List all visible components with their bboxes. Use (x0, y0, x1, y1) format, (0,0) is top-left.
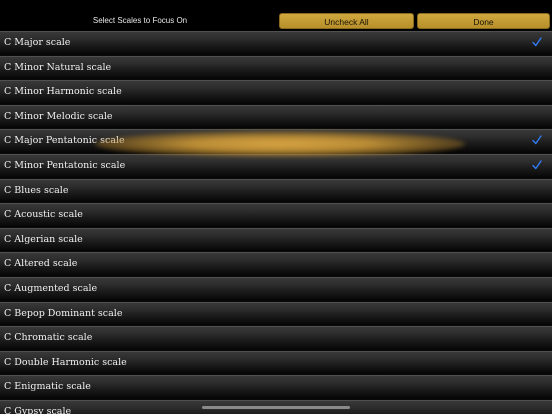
scale-label: C Double Harmonic scale (4, 356, 127, 368)
scale-label: C Minor Natural scale (4, 61, 112, 73)
scale-row[interactable]: C Minor Melodic scale (0, 104, 552, 130)
scale-label: C Major Pentatonic scale (4, 135, 125, 147)
checkmark-icon (532, 160, 542, 170)
scale-row[interactable]: C Major Pentatonic scale (0, 129, 552, 154)
scale-list[interactable]: C Major scale C Minor Natural scale C Mino… (0, 31, 552, 414)
scale-row[interactable]: C Minor Pentatonic scale (0, 153, 552, 179)
scale-row[interactable]: C Major scale (0, 31, 552, 56)
scale-label: C Altered scale (4, 258, 78, 270)
scale-row[interactable]: C Double Harmonic scale (0, 350, 552, 376)
scale-label: C Enigmatic scale (4, 381, 91, 393)
scale-row[interactable]: C Blues scale (0, 178, 552, 204)
scale-row[interactable]: C Bepop Dominant scale (0, 301, 552, 327)
scale-row[interactable]: C Minor Natural scale (0, 55, 552, 81)
scale-label: C Minor Harmonic scale (4, 86, 122, 98)
scale-row[interactable]: C Acoustic scale (0, 203, 552, 228)
scale-label: C Acoustic scale (4, 209, 83, 221)
header-bar: Select Scales to Focus On Uncheck All Do… (0, 0, 552, 31)
checkmark-icon (532, 37, 542, 47)
scale-row[interactable]: C Altered scale (0, 252, 552, 277)
scale-picker-screen: Select Scales to Focus On Uncheck All Do… (0, 0, 552, 414)
header-title: Select Scales to Focus On (92, 16, 188, 25)
home-indicator[interactable] (202, 406, 350, 409)
uncheck-all-button[interactable]: Uncheck All (279, 13, 414, 29)
scale-label: C Chromatic scale (4, 332, 93, 344)
scale-row[interactable]: C Enigmatic scale (0, 375, 552, 400)
scale-row[interactable]: C Chromatic scale (0, 326, 552, 351)
scale-label: C Gypsy scale (4, 405, 72, 414)
done-button[interactable]: Done (417, 13, 550, 29)
scale-label: C Augmented scale (4, 282, 98, 294)
scale-label: C Bepop Dominant scale (4, 307, 123, 319)
scale-label: C Major scale (4, 37, 71, 48)
scale-row[interactable]: C Algerian scale (0, 227, 552, 253)
scale-label: C Algerian scale (4, 233, 83, 245)
scale-label: C Minor Melodic scale (4, 110, 113, 122)
checkmark-icon (532, 135, 542, 145)
scale-label: C Blues scale (4, 184, 69, 196)
scale-row[interactable]: C Augmented scale (0, 276, 552, 302)
scale-label: C Minor Pentatonic scale (4, 159, 126, 171)
scale-row[interactable]: C Minor Harmonic scale (0, 80, 552, 105)
